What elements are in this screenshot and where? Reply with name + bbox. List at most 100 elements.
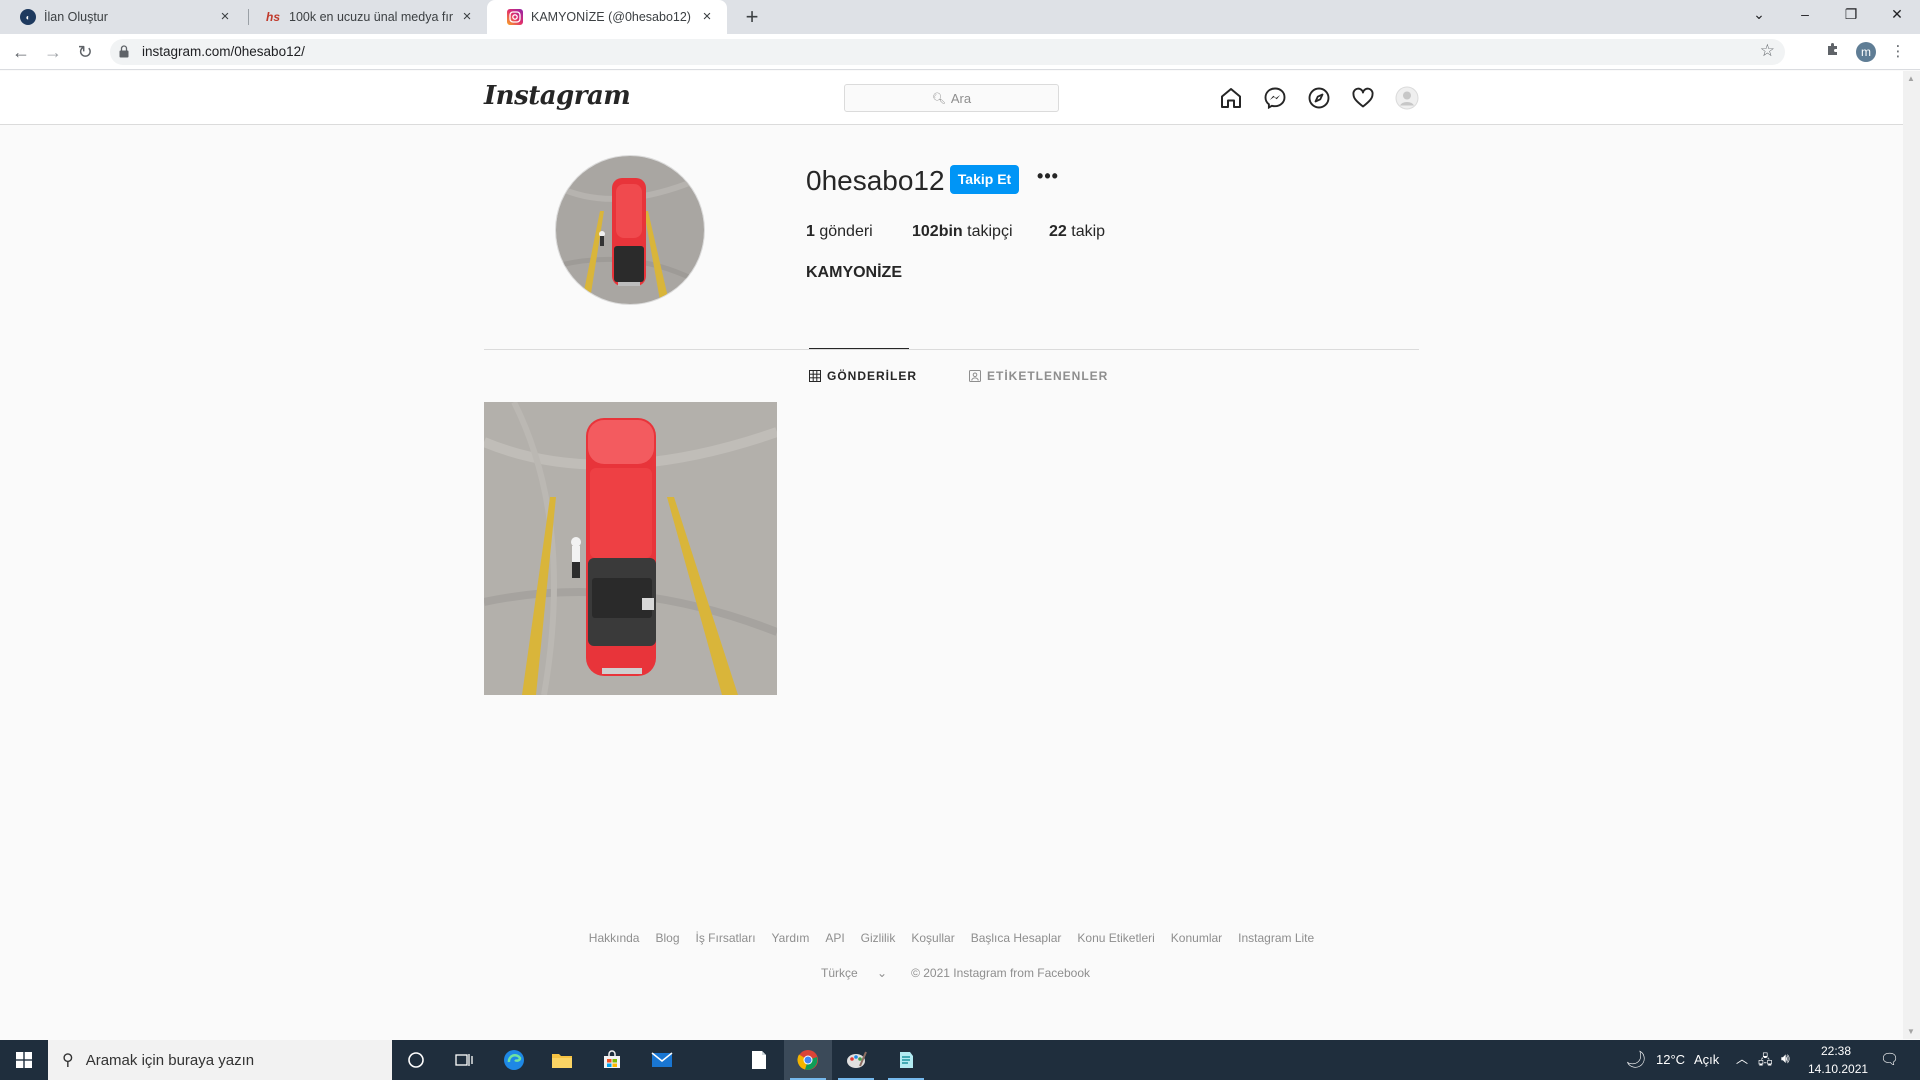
language-select[interactable]: Türkçe ⌄ [813,966,895,980]
instagram-favicon-icon [507,9,523,25]
explore-compass-icon[interactable] [1307,86,1331,110]
page-scrollbar[interactable]: ▲ ▼ [1903,71,1920,1039]
show-hidden-icons-icon[interactable]: ︿ [1736,1050,1748,1067]
minimize-button[interactable]: – [1782,0,1828,30]
address-bar[interactable]: instagram.com/0hesabo12/ ☆ [110,39,1785,65]
file-explorer-icon[interactable] [538,1040,586,1080]
notepad-icon[interactable] [735,1040,783,1080]
tab-title: 100k en ucuzu ünal medya fırsatı [289,10,453,24]
footer-links: Hakkında Blog İş Fırsatları Yardım API G… [0,931,1903,945]
new-tab-button[interactable]: + [738,4,766,32]
task-view-icon[interactable] [440,1040,488,1080]
clock-time[interactable]: 22:38 [1821,1044,1851,1058]
footer-link-jobs[interactable]: İş Fırsatları [696,931,756,945]
following-count-value: 22 [1049,223,1067,240]
sahibinden-favicon-icon: ◐ [20,9,36,25]
followers-count[interactable]: 102bin takipçi [912,223,1013,241]
tag-icon [969,370,981,382]
taskbar-search-box[interactable]: ⚲ Aramak için buraya yazın [48,1040,392,1080]
restore-button[interactable]: ❐ [1828,0,1874,30]
profile-picture[interactable] [555,155,705,305]
close-window-button[interactable]: ✕ [1874,0,1920,30]
footer-link-help[interactable]: Yardım [772,931,810,945]
hs-favicon-icon: hs [265,10,280,24]
browser-tab-hs[interactable]: hs 100k en ucuzu ünal medya fırsatı × [245,0,487,34]
close-tab-icon[interactable]: × [459,9,475,25]
footer-link-top-accounts[interactable]: Başlıca Hesaplar [971,931,1062,945]
browser-tab-instagram[interactable]: KAMYONİZE (@0hesabo12) • Instagram × [487,0,727,34]
active-tab-indicator [809,348,909,349]
windows-logo-icon [16,1052,32,1068]
cortana-icon[interactable] [392,1040,440,1080]
footer-link-hashtags[interactable]: Konu Etiketleri [1077,931,1154,945]
post-thumbnail[interactable] [484,402,777,695]
paint-app-icon[interactable] [832,1040,880,1080]
bookmark-star-icon[interactable]: ☆ [1760,41,1775,61]
forward-button[interactable]: → [41,40,65,64]
home-icon[interactable] [1219,86,1243,110]
profile-username: 0hesabo12 [806,165,945,196]
chevron-down-icon: ⌄ [877,966,888,980]
following-count-label: takip [1071,223,1106,240]
weather-condition[interactable]: Açık [1694,1052,1719,1067]
footer-link-blog[interactable]: Blog [655,931,679,945]
tab-tagged-label: ETİKETLENENLER [987,369,1109,383]
browser-tab-ilan[interactable]: ◐ İlan Oluştur × [0,0,245,34]
chrome-menu-icon[interactable]: ⋮ [1887,41,1909,63]
edge-browser-icon[interactable] [490,1040,538,1080]
grid-icon [809,370,821,382]
footer-bottom: Türkçe ⌄ © 2021 Instagram from Facebook [0,966,1903,980]
taskbar-search-placeholder: Aramak için buraya yazın [85,1051,255,1069]
tab-title: KAMYONİZE (@0hesabo12) • Instagram [531,10,693,24]
footer-link-about[interactable]: Hakkında [589,931,640,945]
weather-moon-icon[interactable]: 🌙︎ [1625,1050,1647,1070]
followers-count-label: takipçi [967,223,1013,240]
footer-link-privacy[interactable]: Gizlilik [861,931,896,945]
close-tab-icon[interactable]: × [699,9,715,25]
browser-tab-strip: ◐ İlan Oluştur × hs 100k en ucuzu ünal m… [0,0,1920,34]
search-input[interactable]: 🔍︎ Ara [844,84,1059,112]
windows-taskbar: ⚲ Aramak için buraya yazın 🌙︎ 12°C Açık … [0,1040,1920,1080]
notepad-plus-icon[interactable] [882,1040,930,1080]
footer-link-locations[interactable]: Konumlar [1171,931,1222,945]
tab-posts[interactable]: GÖNDERİLER [809,369,917,383]
weather-temperature[interactable]: 12°C [1656,1052,1685,1067]
browser-toolbar: ← → ↻ instagram.com/0hesabo12/ ☆ ⋮ [0,34,1920,70]
search-icon: 🔍︎ [931,92,946,105]
start-button[interactable] [0,1040,48,1080]
profile-avatar-icon[interactable] [1395,86,1419,110]
network-icon[interactable]: 🖧︎ [1758,1051,1773,1073]
posts-count: 1 gönderi [806,223,873,241]
mail-icon[interactable] [638,1040,686,1080]
scroll-up-icon[interactable]: ▲ [1907,74,1915,83]
browser-profile-avatar[interactable]: m [1856,42,1876,62]
volume-icon[interactable]: 🔊︎ [1781,1050,1790,1067]
clock-date[interactable]: 14.10.2021 [1808,1062,1868,1076]
follow-button[interactable]: Takip Et [950,165,1019,194]
notifications-icon[interactable]: 🗨︎ [1880,1050,1899,1068]
lock-icon [119,45,129,58]
instagram-logo[interactable]: Instagram [484,81,631,111]
microsoft-store-icon[interactable] [588,1040,636,1080]
footer-link-instagram-lite[interactable]: Instagram Lite [1238,931,1314,945]
instagram-header: Instagram 🔍︎ Ara [0,71,1903,125]
footer-link-api[interactable]: API [825,931,844,945]
footer-link-terms[interactable]: Koşullar [911,931,954,945]
chrome-taskbar-icon[interactable] [784,1040,832,1080]
heart-activity-icon[interactable] [1351,86,1375,110]
footer-copyright: © 2021 Instagram from Facebook [911,966,1091,980]
close-tab-icon[interactable]: × [217,9,233,25]
posts-count-label: gönderi [819,223,873,240]
back-button[interactable]: ← [9,40,33,64]
more-options-icon[interactable]: ••• [1036,165,1060,193]
scroll-down-icon[interactable]: ▼ [1907,1027,1915,1036]
messenger-icon[interactable] [1263,86,1287,110]
tab-posts-label: GÖNDERİLER [827,369,918,383]
search-icon: ⚲ [62,1052,74,1069]
extensions-puzzle-icon[interactable] [1822,41,1844,63]
tab-tagged[interactable]: ETİKETLENENLER [969,369,1108,383]
reload-button[interactable]: ↻ [73,40,97,64]
posts-count-value: 1 [806,223,815,240]
following-count[interactable]: 22 takip [1049,223,1105,241]
tab-search-icon[interactable]: ⌄ [1736,0,1782,30]
